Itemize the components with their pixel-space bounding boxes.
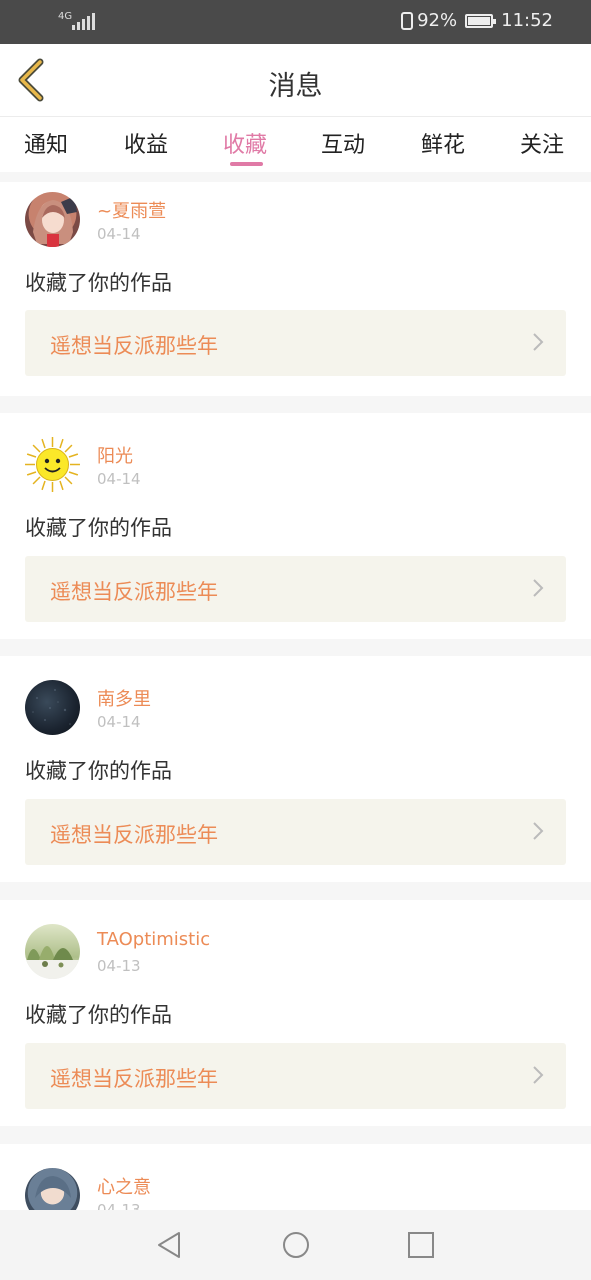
chevron-right-icon <box>533 1066 544 1084</box>
tab-bar: 通知 收益 收藏 互动 鲜花 关注 <box>0 117 591 172</box>
list-item: 心之意 04-13 <box>0 1144 591 1210</box>
page-title: 消息 <box>268 71 323 102</box>
sun-smiley-icon <box>25 437 80 492</box>
home-circle-icon[interactable] <box>281 1230 311 1260</box>
work-link[interactable]: 遥想当反派那些年 <box>25 799 566 865</box>
signal-icon <box>72 13 95 30</box>
list-item: ~夏雨萱 04-14 收藏了你的作品 遥想当反派那些年 <box>0 182 591 396</box>
work-link[interactable]: 遥想当反派那些年 <box>25 310 566 376</box>
action-text: 收藏了你的作品 <box>25 271 172 295</box>
work-title: 遥想当反派那些年 <box>50 1067 218 1091</box>
chevron-right-icon <box>533 822 544 840</box>
avatar[interactable] <box>25 924 80 979</box>
header: 消息 <box>0 44 591 117</box>
work-title: 遥想当反派那些年 <box>50 334 218 358</box>
system-nav-bar <box>0 1210 591 1280</box>
avatar[interactable] <box>25 192 80 247</box>
chevron-right-icon <box>533 579 544 597</box>
timestamp: 04-13 <box>97 1201 141 1210</box>
active-tab-indicator <box>230 162 263 166</box>
work-link[interactable]: 遥想当反派那些年 <box>25 1043 566 1109</box>
battery-percent: 92% <box>417 10 458 31</box>
tab-favorites[interactable]: 收藏 <box>223 127 267 159</box>
username[interactable]: ~夏雨萱 <box>97 197 166 223</box>
back-triangle-icon[interactable] <box>155 1230 185 1260</box>
status-bar: 4G 92% 11:52 <box>0 0 591 44</box>
dark-texture-icon <box>32 689 71 725</box>
timestamp: 04-14 <box>97 470 141 488</box>
work-link[interactable]: 遥想当反派那些年 <box>25 556 566 622</box>
tab-notifications[interactable]: 通知 <box>24 127 68 159</box>
anime-boy-avatar-icon <box>35 1176 71 1198</box>
battery-icon <box>465 13 497 28</box>
clock: 11:52 <box>501 10 553 31</box>
tab-follows[interactable]: 关注 <box>520 127 564 159</box>
username[interactable]: 阳光 <box>97 442 133 468</box>
username[interactable]: 心之意 <box>97 1173 151 1199</box>
action-text: 收藏了你的作品 <box>25 516 172 540</box>
username[interactable]: 南多里 <box>97 685 151 711</box>
timestamp: 04-13 <box>97 957 141 975</box>
timestamp: 04-14 <box>97 713 141 731</box>
list-item: 阳光 04-14 收藏了你的作品 遥想当反派那些年 <box>0 413 591 639</box>
timestamp: 04-14 <box>97 225 141 243</box>
vibrate-icon <box>401 11 414 30</box>
username[interactable]: TAOptimistic <box>97 929 210 950</box>
nature-scene-icon <box>25 946 80 979</box>
work-title: 遥想当反派那些年 <box>50 580 218 604</box>
action-text: 收藏了你的作品 <box>25 1003 172 1027</box>
avatar[interactable] <box>25 437 80 492</box>
tab-flowers[interactable]: 鲜花 <box>421 127 465 159</box>
anime-girl-avatar-icon <box>33 196 77 247</box>
list-item: 南多里 04-14 收藏了你的作品 遥想当反派那些年 <box>0 656 591 882</box>
tab-interactions[interactable]: 互动 <box>321 127 365 159</box>
network-type: 4G <box>58 11 73 22</box>
avatar[interactable] <box>25 680 80 735</box>
recents-square-icon[interactable] <box>406 1230 436 1260</box>
action-text: 收藏了你的作品 <box>25 759 172 783</box>
avatar[interactable] <box>25 1168 80 1210</box>
tab-earnings[interactable]: 收益 <box>124 127 168 159</box>
chevron-right-icon <box>533 333 544 351</box>
list-item: TAOptimistic 04-13 收藏了你的作品 遥想当反派那些年 <box>0 900 591 1126</box>
work-title: 遥想当反派那些年 <box>50 823 218 847</box>
